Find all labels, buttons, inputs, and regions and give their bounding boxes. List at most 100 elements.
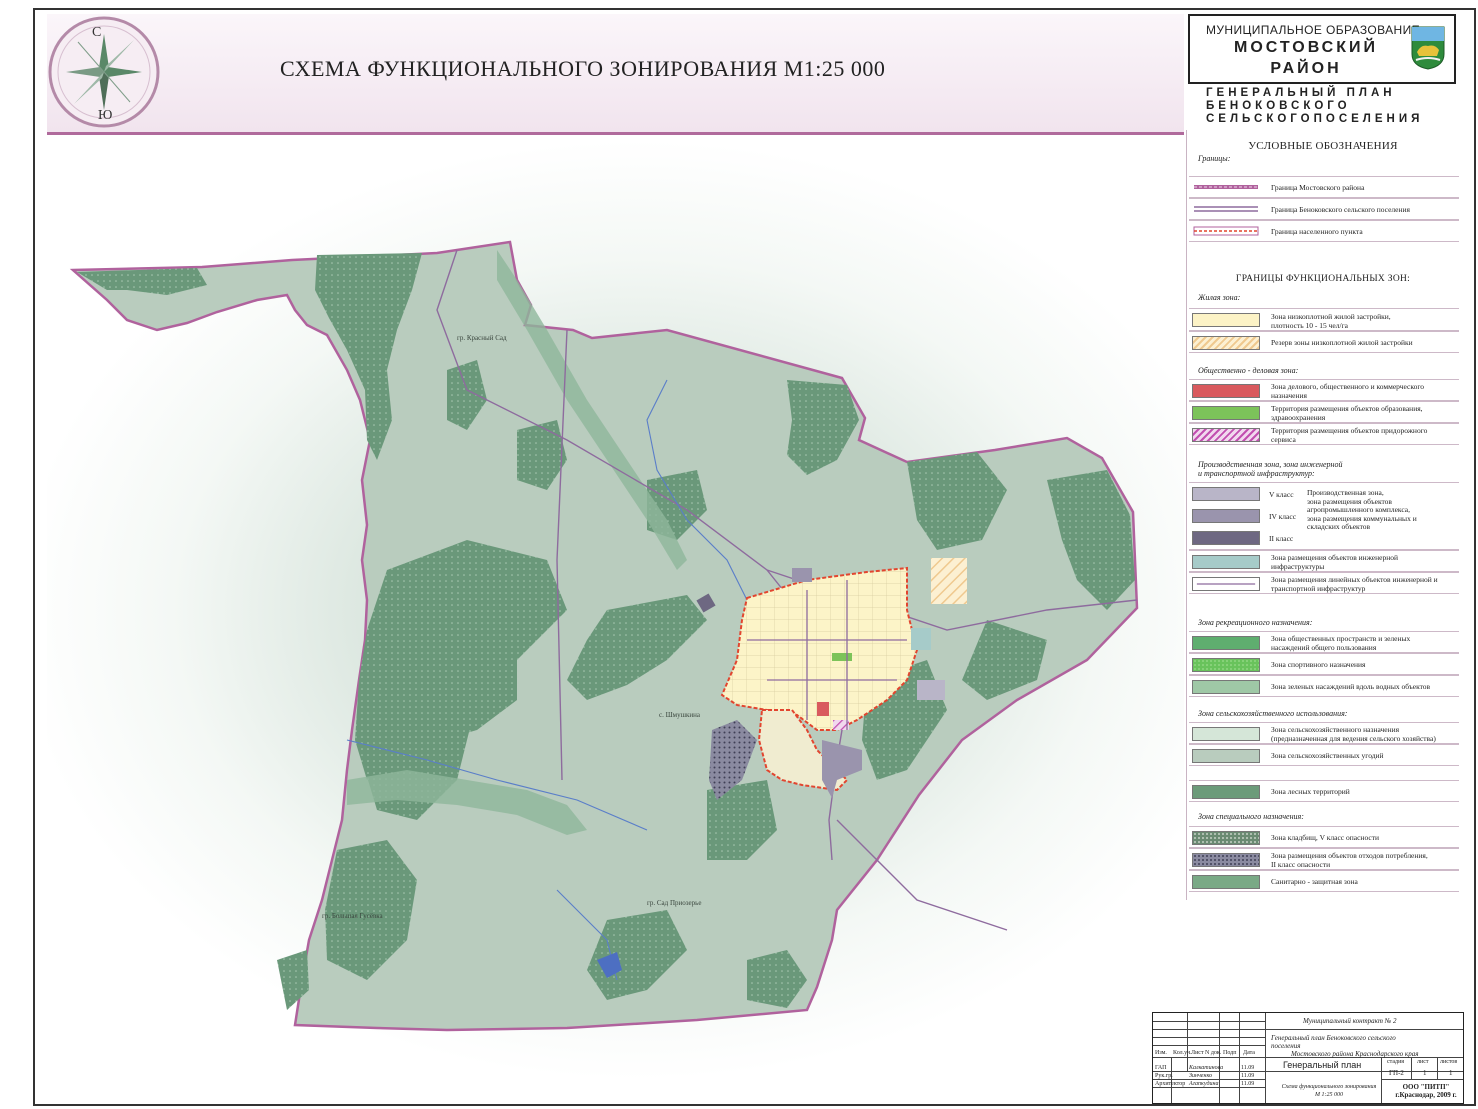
legend-row-forest: Зона лесных территорий xyxy=(1189,780,1459,802)
compass-rose-icon: С Ю xyxy=(48,16,160,128)
engineering-swatch xyxy=(1192,555,1260,569)
stamp-sheet-title: Генеральный план xyxy=(1283,1060,1362,1070)
legend-row-linear-infrastructure: Зона размещения линейных объектов инжене… xyxy=(1189,572,1459,594)
plan-title-line-3: СЕЛЬСКОГОПОСЕЛЕНИЯ xyxy=(1206,113,1424,125)
stamp-organization: ООО "ПИТП" г.Краснодар, 2009 г. xyxy=(1395,1083,1457,1099)
production-zone-v[interactable] xyxy=(917,680,945,700)
map-canvas[interactable]: гр. Красный Сад гр. Сад Приозерье с. Шму… xyxy=(47,140,1184,1098)
roadside-service-swatch xyxy=(1192,428,1260,442)
sanitary-swatch xyxy=(1192,875,1260,889)
education-zone[interactable] xyxy=(832,653,852,661)
legend-recreation-heading: Зона рекреационного назначения: xyxy=(1198,618,1313,627)
legend-farmland-label: Зона сельскохозяйственных угодий xyxy=(1271,751,1384,760)
production-v-swatch xyxy=(1192,487,1260,501)
legend-row-agri: Зона сельскохозяйственного назначения (пр… xyxy=(1189,722,1459,744)
plan-title: ГЕНЕРАЛЬНЫЙ ПЛАН БЕНОКОВСКОГО СЕЛЬСКОГОП… xyxy=(1206,87,1423,126)
stamp-drawing-name: Схема функционального зонирования М 1:25 … xyxy=(1281,1084,1377,1098)
legend-residential-label: Зона низкоплотной жилой застройки, плотно… xyxy=(1271,312,1391,330)
municipal-label: МУНИЦИПАЛЬНОЕ ОБРАЗОВАНИЕ xyxy=(1206,23,1421,37)
legend-settlement-border-label: Граница Беноковского сельского поселения xyxy=(1271,205,1410,214)
forest-swatch xyxy=(1192,785,1260,799)
legend-business-heading: Общественно - деловая зона: xyxy=(1198,366,1299,375)
map-label-krasny-sad: гр. Красный Сад xyxy=(457,334,507,342)
legend-title: УСЛОВНЫЕ ОБОЗНАЧЕНИЯ xyxy=(1248,140,1398,152)
legend-riparian-label: Зона зеленых насаждений вдоль водных объ… xyxy=(1271,682,1431,691)
waste-swatch xyxy=(1192,853,1260,867)
legend-village-border-label: Граница населенного пункта xyxy=(1271,227,1363,236)
stamp-sheets: 1 xyxy=(1449,1069,1453,1077)
zoning-map[interactable]: гр. Красный Сад гр. Сад Приозерье с. Шму… xyxy=(47,140,1184,1098)
district-line-2: РАЙОН xyxy=(1270,60,1342,77)
legend-row-riparian: Зона зеленых насаждений вдоль водных объ… xyxy=(1189,675,1459,697)
legend-row-residential: Зона низкоплотной жилой застройки, плотно… xyxy=(1189,308,1459,331)
village-border-swatch xyxy=(1193,226,1259,236)
district-emblem-icon xyxy=(1411,26,1445,70)
legend-special-heading: Зона специального назначения: xyxy=(1198,812,1304,821)
business-swatch xyxy=(1192,384,1260,398)
legend-row-sport: Зона спортивного назначения xyxy=(1189,653,1459,675)
legend-sport-label: Зона спортивного назначения xyxy=(1271,660,1366,669)
stamp-contract: Муниципальный контракт № 2 xyxy=(1303,1017,1397,1025)
legend-row-education: Территория размещения объектов образован… xyxy=(1189,401,1459,423)
production-ii-swatch xyxy=(1192,531,1260,545)
legend-row-waste: Зона размещения объектов отходов потребл… xyxy=(1189,848,1459,870)
district-name: МОСТОВСКИЙ РАЙОН xyxy=(1206,37,1406,79)
legend-row-roadside-service: Территория размещения объектов придорожн… xyxy=(1189,423,1459,445)
stamp-stage: ГП-2 xyxy=(1389,1069,1404,1077)
title-block: МУНИЦИПАЛЬНОЕ ОБРАЗОВАНИЕ МОСТОВСКИЙ РАЙ… xyxy=(1188,14,1456,130)
plan-title-line-1: ГЕНЕРАЛЬНЫЙ ПЛАН xyxy=(1206,87,1396,99)
legend-production-description: Производственная зона, зона размещения об… xyxy=(1307,488,1417,531)
legend-row-settlement-border: Граница Беноковского сельского поселения xyxy=(1189,198,1459,220)
legend-row-public-green: Зона общественных пространств и зеленых н… xyxy=(1189,631,1459,653)
legend-residential-reserve-label: Резерв зоны низкоплотной жилой застройки xyxy=(1271,338,1413,347)
compass-south-label: Ю xyxy=(98,108,112,123)
legend-row-production: V класс IV класс II класс Производственн… xyxy=(1189,482,1459,550)
compass-north-label: С xyxy=(92,25,101,40)
legend-zones-title: ГРАНИЦЫ ФУНКЦИОНАЛЬНЫХ ЗОН: xyxy=(1235,274,1411,284)
legend-sanitary-label: Санитарно - защитная зона xyxy=(1271,877,1358,886)
linear-infrastructure-swatch xyxy=(1192,577,1260,591)
education-swatch xyxy=(1192,406,1260,420)
drawing-stamp: Муниципальный контракт № 2 Генеральный п… xyxy=(1152,1012,1464,1104)
public-green-swatch xyxy=(1192,636,1260,650)
engineering-zone[interactable] xyxy=(911,628,931,650)
cemetery-swatch xyxy=(1192,831,1260,845)
map-label-bolshaya-gusevka: гр. Большая Гусёвка xyxy=(322,912,384,920)
legend-row-business: Зона делового, общественного и коммерчес… xyxy=(1189,379,1459,401)
stamp-sheet: 1 xyxy=(1423,1069,1427,1077)
legend-row-district-border: Граница Мостовского района xyxy=(1189,176,1459,198)
stamp-project-region: Мостовского района Краснодарского края xyxy=(1291,1050,1419,1058)
settlement-border-swatch xyxy=(1194,206,1258,212)
riparian-swatch xyxy=(1192,680,1260,694)
legend-row-farmland: Зона сельскохозяйственных угодий xyxy=(1189,744,1459,766)
legend-borders-heading: Границы: xyxy=(1198,154,1231,163)
district-border-swatch xyxy=(1194,185,1258,189)
production-zone-iv[interactable] xyxy=(792,568,812,582)
stamp-project: Генеральный план Беноковского сельского п… xyxy=(1271,1034,1396,1050)
title-block-frame: МУНИЦИПАЛЬНОЕ ОБРАЗОВАНИЕ МОСТОВСКИЙ РАЙ… xyxy=(1188,14,1456,84)
sport-swatch xyxy=(1192,658,1260,672)
legend-row-village-border: Граница населенного пункта xyxy=(1189,220,1459,242)
agri-swatch xyxy=(1192,727,1260,741)
residential-reserve-zone[interactable] xyxy=(931,558,967,604)
map-title: СХЕМА ФУНКЦИОНАЛЬНОГО ЗОНИРОВАНИЯ М1:25 … xyxy=(280,56,886,81)
legend-district-border-label: Граница Мостовского района xyxy=(1271,183,1365,192)
legend-production-heading: Производственная зона, зона инженерной и … xyxy=(1198,460,1343,478)
map-label-sad-priozerye: гр. Сад Приозерье xyxy=(647,899,701,907)
farmland-swatch xyxy=(1192,749,1260,763)
map-label-shmushkina: с. Шмушкина xyxy=(659,711,701,719)
production-iv-swatch xyxy=(1192,509,1260,523)
legend-panel: УСЛОВНЫЕ ОБОЗНАЧЕНИЯ Границы: Граница Мо… xyxy=(1186,130,1459,900)
business-zone[interactable] xyxy=(817,702,829,716)
district-line-1: МОСТОВСКИЙ xyxy=(1233,39,1378,56)
residential-swatch xyxy=(1192,313,1260,327)
legend-forest-label: Зона лесных территорий xyxy=(1271,787,1350,796)
legend-row-cemetery: Зона кладбищ, V класс опасности xyxy=(1189,826,1459,848)
plan-title-line-2: БЕНОКОВСКОГО xyxy=(1206,100,1351,112)
legend-residential-heading: Жилая зона: xyxy=(1198,293,1241,302)
legend-row-residential-reserve: Резерв зоны низкоплотной жилой застройки xyxy=(1189,331,1459,353)
legend-row-sanitary: Санитарно - защитная зона xyxy=(1189,870,1459,892)
legend-cemetery-label: Зона кладбищ, V класс опасности xyxy=(1271,833,1380,842)
legend-row-engineering: Зона размещения объектов инженерной инфра… xyxy=(1189,550,1459,572)
legend-agri-heading: Зона сельскохозяйственного использования… xyxy=(1198,709,1348,718)
